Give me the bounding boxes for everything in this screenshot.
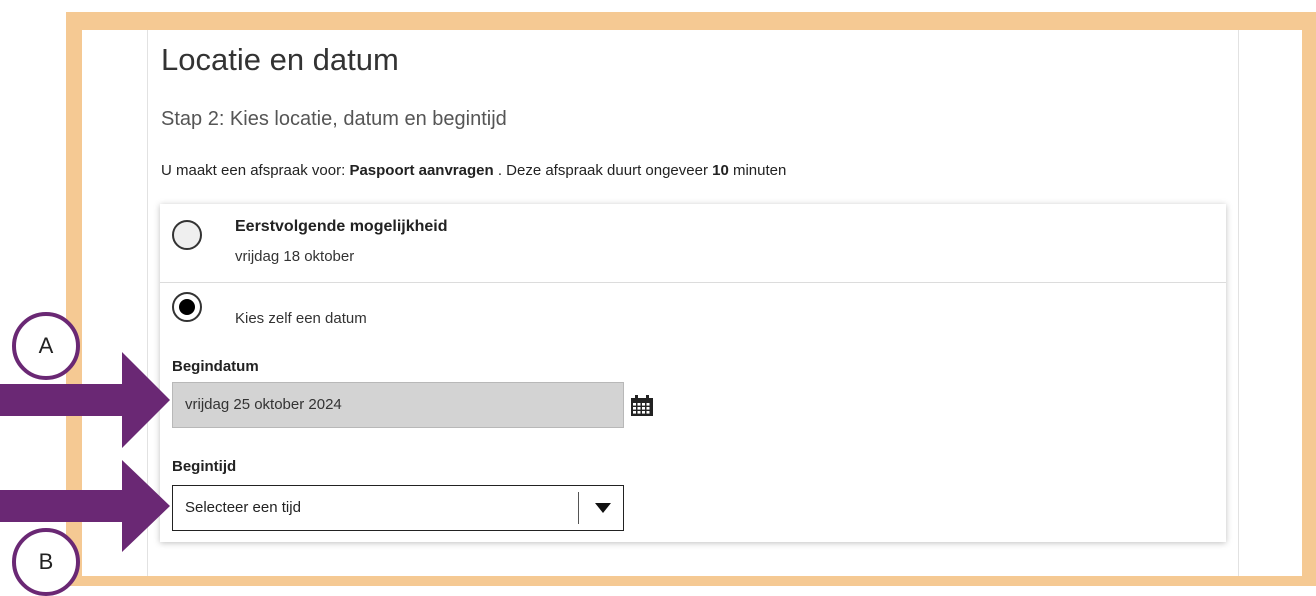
- begindatum-input[interactable]: vrijdag 25 oktober 2024: [172, 382, 624, 428]
- begintijd-label: Begintijd: [172, 458, 237, 475]
- intro-suffix: minuten: [728, 162, 787, 179]
- option-first-available-date: vrijdag 18 oktober: [235, 248, 355, 265]
- intro-prefix: U maakt een afspraak voor:: [161, 162, 350, 179]
- appointment-intro: U maakt een afspraak voor: Paspoort aanv…: [161, 162, 786, 179]
- date-options-card: Eerstvolgende mogelijkheid vrijdag 18 ok…: [160, 204, 1226, 542]
- begintijd-select-value: Selecteer een tijd: [185, 499, 301, 516]
- begintijd-select[interactable]: Selecteer een tijd: [172, 485, 624, 531]
- select-separator: [578, 492, 579, 524]
- intro-service: Paspoort aanvragen: [349, 162, 494, 179]
- radio-choose-date[interactable]: [172, 292, 202, 322]
- step-subtitle: Stap 2: Kies locatie, datum en begintijd: [161, 108, 507, 130]
- intro-middle: . Deze afspraak duurt ongeveer: [493, 162, 713, 179]
- calendar-icon[interactable]: [630, 395, 654, 417]
- intro-duration: 10: [712, 162, 729, 179]
- chevron-down-icon: [595, 503, 611, 513]
- begindatum-label: Begindatum: [172, 358, 259, 375]
- annotation-badge-a: A: [12, 312, 80, 380]
- page-title: Locatie en datum: [161, 42, 399, 77]
- option-first-available-title: Eerstvolgende mogelijkheid: [235, 218, 448, 235]
- option-divider: [160, 282, 1226, 283]
- option-choose-date-label: Kies zelf een datum: [235, 310, 367, 327]
- radio-first-available[interactable]: [172, 220, 202, 250]
